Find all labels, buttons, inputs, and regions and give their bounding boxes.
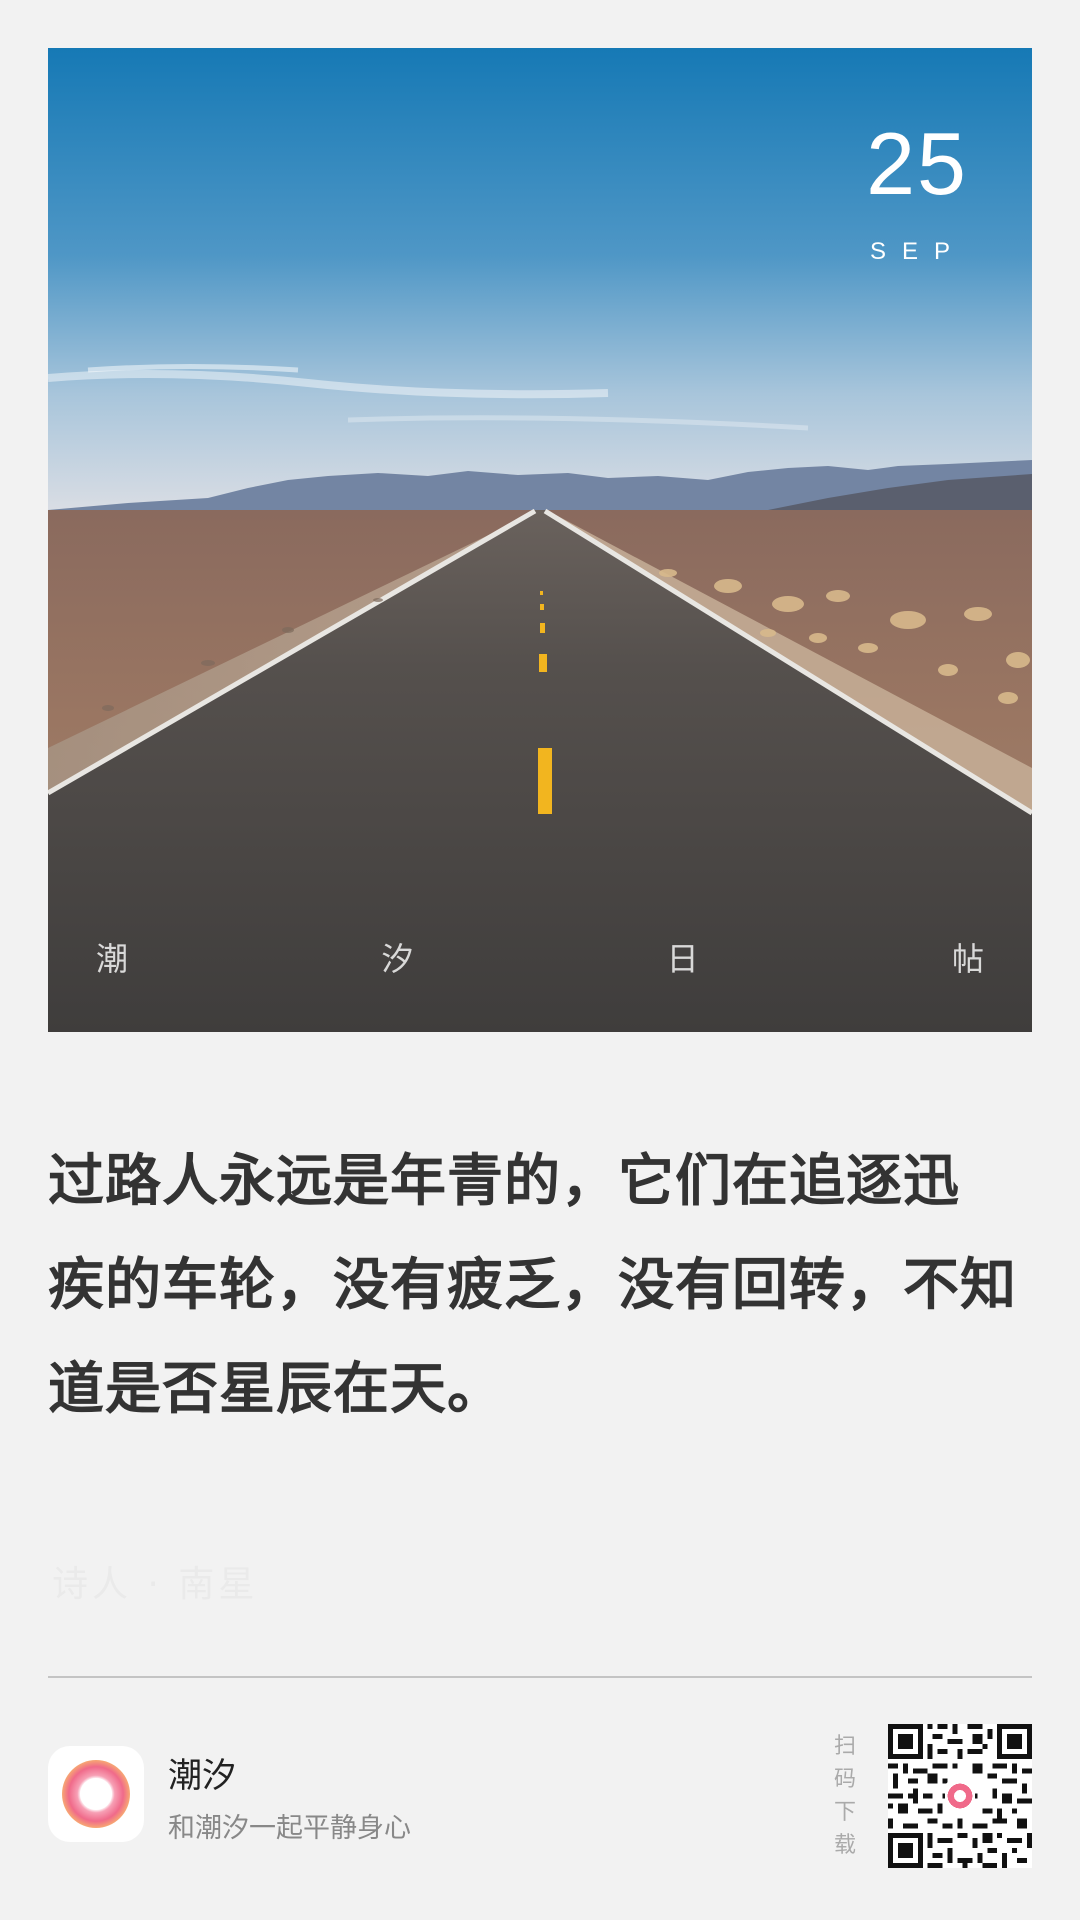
scan-char: 扫	[833, 1734, 856, 1759]
date-day: 25	[866, 114, 968, 213]
scan-to-download-label: 扫 码 下 载	[830, 1730, 860, 1862]
brand-char: 潮	[96, 940, 129, 978]
tide-app-logo-icon	[48, 1746, 144, 1842]
daily-card-brand: 潮 汐 日 帖	[96, 934, 984, 980]
quote-author: 诗人 · 南星	[52, 1564, 259, 1605]
scan-char: 载	[833, 1833, 856, 1858]
quote-line: 过路人永远是年青的，它们在追逐迅	[48, 1149, 960, 1214]
scan-char: 码	[833, 1767, 856, 1792]
scan-char: 下	[833, 1800, 856, 1825]
app-name: 潮汐	[168, 1756, 236, 1796]
brand-char: 帖	[951, 940, 984, 978]
date-month: SEP	[869, 238, 966, 265]
qr-code-icon	[888, 1724, 1032, 1868]
app-slogan: 和潮汐一起平静身心	[168, 1813, 411, 1844]
quote-line: 道是否星辰在天。	[48, 1357, 504, 1422]
brand-char: 汐	[381, 940, 414, 978]
quote-text: 过路人永远是年青的，它们在追逐迅 疾的车轮，没有疲乏，没有回转，不知 道是否星辰…	[48, 1130, 1032, 1442]
footer-divider	[48, 1676, 1032, 1678]
brand-char: 日	[666, 940, 699, 978]
quote-line: 疾的车轮，没有疲乏，没有回转，不知	[48, 1253, 1017, 1318]
hero-photo: 25 SEP 潮 汐 日 帖	[48, 48, 1032, 1032]
share-card-page: 25 SEP 潮 汐 日 帖 过路人永远是年青的，它们在追逐迅 疾的车轮，没有疲…	[0, 0, 1080, 1920]
